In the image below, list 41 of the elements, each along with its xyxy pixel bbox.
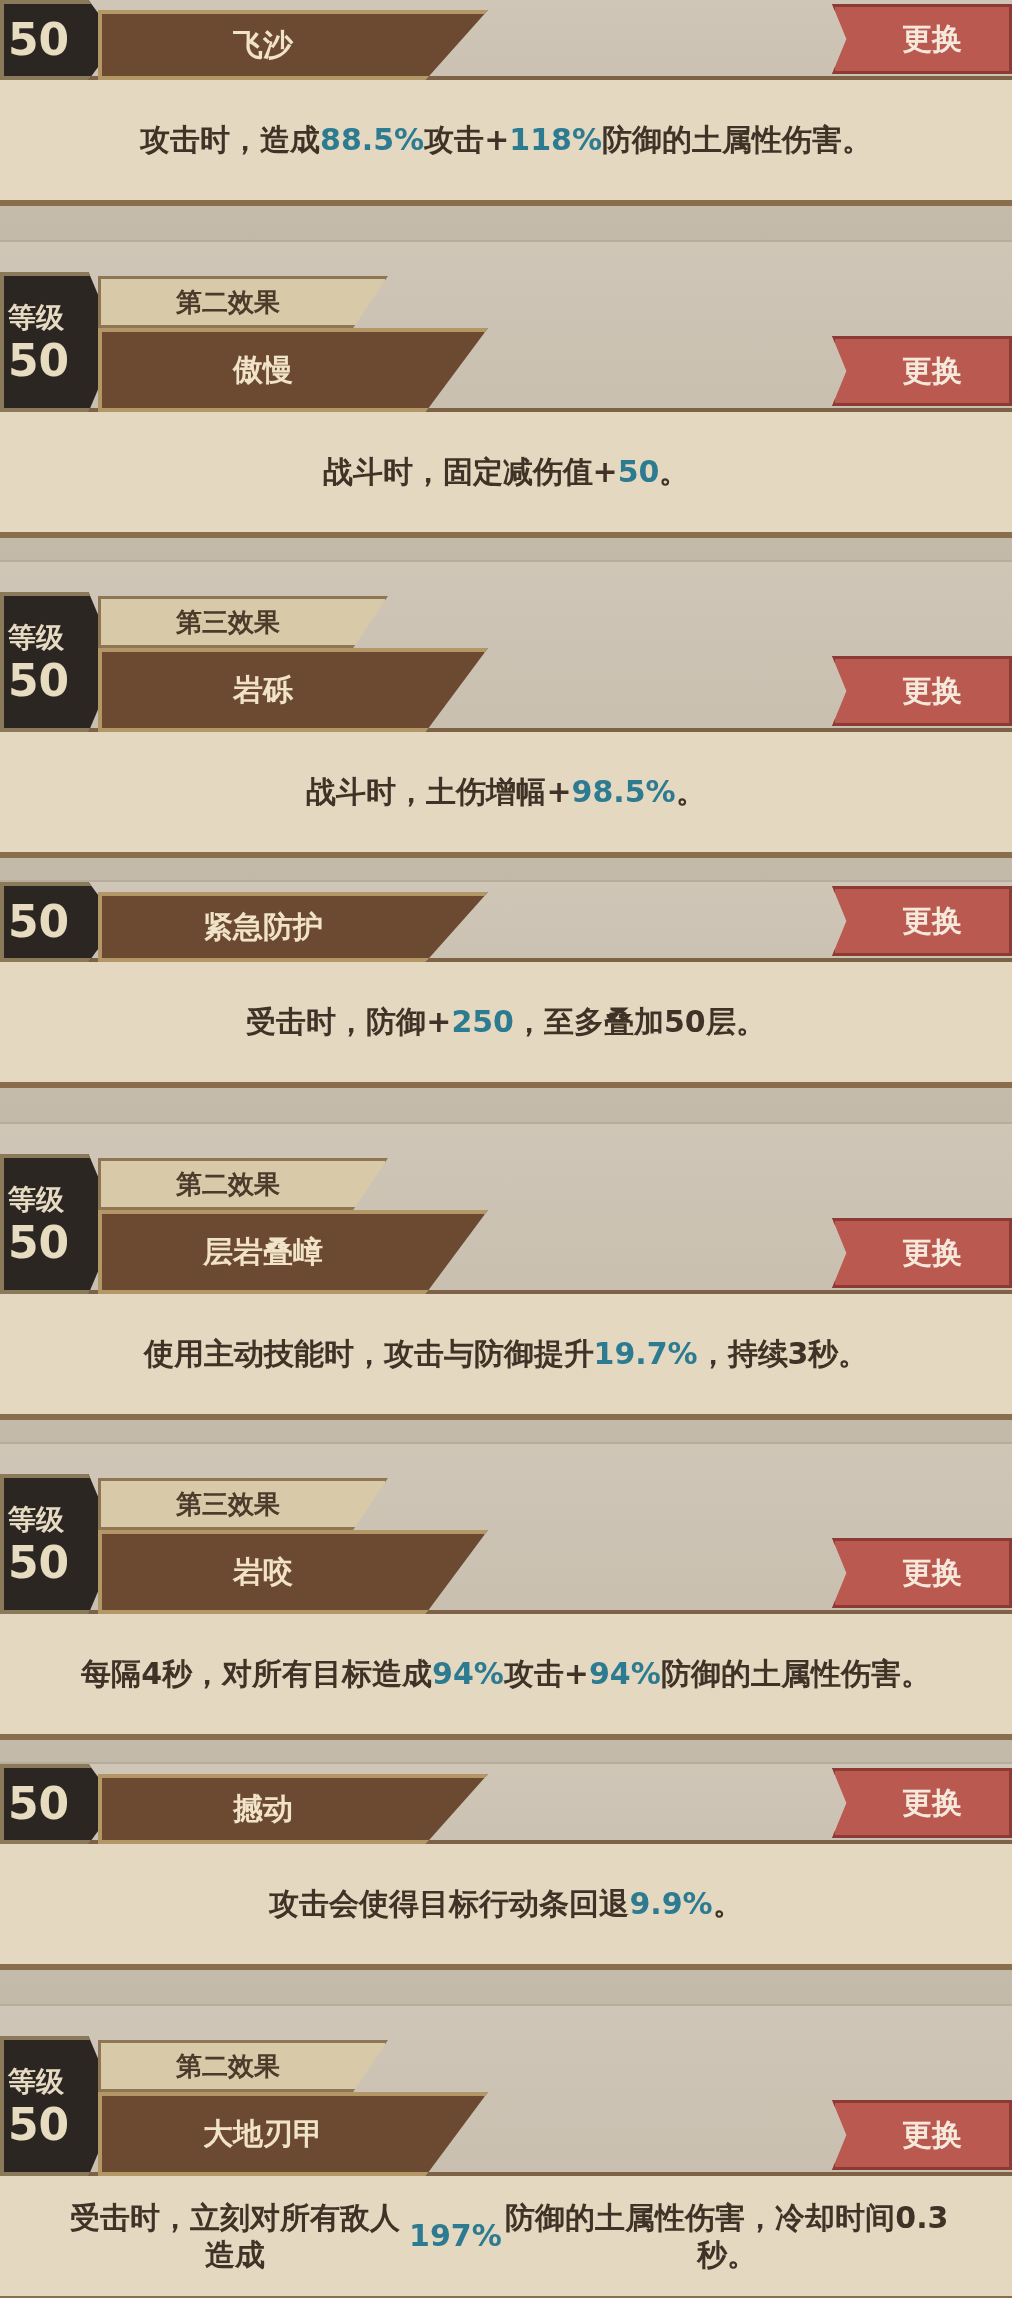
replace-button[interactable]: 更换 (832, 336, 1012, 406)
level-value: 50 (8, 656, 71, 706)
skill-description: 战斗时，固定减伤值+50。 (0, 408, 1012, 538)
replace-button[interactable]: 更换 (832, 656, 1012, 726)
level-value: 50 (8, 336, 71, 386)
level-value: 50 (8, 15, 71, 65)
level-value: 50 (8, 2100, 71, 2150)
effect-tag: 第三效果 (98, 1478, 388, 1530)
skill-name: 飞沙 (98, 10, 488, 80)
replace-button[interactable]: 更换 (832, 2100, 1012, 2170)
skill-description: 受击时，防御+250，至多叠加50层。 (0, 958, 1012, 1088)
skill-name: 岩咬 (98, 1530, 488, 1614)
skill-description: 每隔4秒，对所有目标造成94%攻击+94%防御的土属性伤害。 (0, 1610, 1012, 1740)
skill-description: 攻击会使得目标行动条回退9.9%。 (0, 1840, 1012, 1970)
level-value: 50 (8, 1538, 71, 1588)
level-value: 50 (8, 1779, 71, 1829)
skill-description: 战斗时，土伤增幅+98.5%。 (0, 728, 1012, 858)
level-label: 等级 (8, 619, 65, 656)
skill-name: 撼动 (98, 1774, 488, 1844)
effect-tag: 第二效果 (98, 2040, 388, 2092)
skill-name: 岩砾 (98, 648, 488, 732)
effect-tag: 第二效果 (98, 1158, 388, 1210)
replace-button[interactable]: 更换 (832, 1768, 1012, 1838)
level-label: 等级 (8, 299, 65, 336)
level-label: 等级 (8, 1181, 65, 1218)
level-value: 50 (8, 1218, 71, 1268)
replace-button[interactable]: 更换 (832, 1538, 1012, 1608)
skill-description: 攻击时，造成88.5%攻击+118%防御的土属性伤害。 (0, 76, 1012, 206)
replace-button[interactable]: 更换 (832, 1218, 1012, 1288)
level-value: 50 (8, 897, 71, 947)
replace-button[interactable]: 更换 (832, 4, 1012, 74)
skill-name: 傲慢 (98, 328, 488, 412)
skill-name: 大地刃甲 (98, 2092, 488, 2176)
skill-name: 紧急防护 (98, 892, 488, 962)
effect-tag: 第三效果 (98, 596, 388, 648)
skill-name: 层岩叠嶂 (98, 1210, 488, 1294)
level-label: 等级 (8, 1501, 65, 1538)
skill-description: 使用主动技能时，攻击与防御提升19.7%，持续3秒。 (0, 1290, 1012, 1420)
level-label: 等级 (8, 2063, 65, 2100)
replace-button[interactable]: 更换 (832, 886, 1012, 956)
effect-tag: 第二效果 (98, 276, 388, 328)
